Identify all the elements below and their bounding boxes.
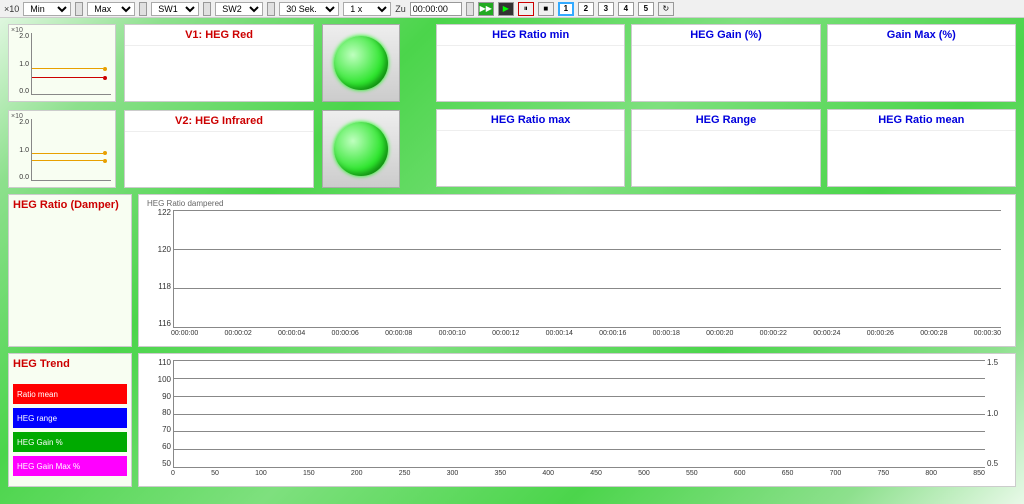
metric-ratio-max: HEG Ratio max xyxy=(436,109,625,187)
sparkline-v2: ×10 2.0 1.0 0.0 xyxy=(8,110,116,188)
led-v2 xyxy=(322,110,400,188)
led-dot-icon xyxy=(334,122,388,176)
stop-button[interactable]: ■ xyxy=(538,2,554,16)
content: ×10 2.0 1.0 0.0 ×10 2.0 1.0 0 xyxy=(0,18,1024,499)
channel-v1-label: V1: HEG Red xyxy=(125,25,313,46)
sparkline-v1: ×10 2.0 1.0 0.0 xyxy=(8,24,116,102)
channel-v2-label: V2: HEG Infrared xyxy=(125,111,313,132)
damper-chart-panel: HEG Ratio dampered 122120118116 00:00:00… xyxy=(138,194,1016,347)
metric-ratio-min: HEG Ratio min xyxy=(436,24,625,102)
metric-gain-max: Gain Max (%) xyxy=(827,24,1016,102)
metric-ratio-mean: HEG Ratio mean xyxy=(827,109,1016,187)
top-row: ×10 2.0 1.0 0.0 ×10 2.0 1.0 0 xyxy=(8,24,1016,188)
play-button[interactable]: ▶▶ xyxy=(478,2,494,16)
tab-4[interactable]: 4 xyxy=(618,2,634,16)
channel-v2-box: V2: HEG Infrared xyxy=(124,110,314,188)
led-dot-icon xyxy=(334,36,388,90)
tab-5[interactable]: 5 xyxy=(638,2,654,16)
metric-gain: HEG Gain (%) xyxy=(631,24,820,102)
duration-select[interactable]: 30 Sek. xyxy=(279,2,339,16)
channel-v1-box: V1: HEG Red xyxy=(124,24,314,102)
damper-chart: 122120118116 00:00:0000:00:0200:00:0400:… xyxy=(147,208,1007,342)
record-button[interactable]: ▶ xyxy=(498,2,514,16)
sw1-select[interactable]: SW1 xyxy=(151,2,199,16)
time-spinner[interactable] xyxy=(466,2,474,16)
metric-range: HEG Range xyxy=(631,109,820,187)
damper-side: HEG Ratio (Damper) xyxy=(8,194,132,347)
pause-button[interactable]: ⏸ xyxy=(518,2,534,16)
led-v1 xyxy=(322,24,400,102)
tab-2[interactable]: 2 xyxy=(578,2,594,16)
trend-legend: Ratio mean HEG range HEG Gain % HEG Gain… xyxy=(9,380,131,480)
exp-label: ×10 xyxy=(4,4,19,14)
sw2-select[interactable]: SW2 xyxy=(215,2,263,16)
max-spinner[interactable] xyxy=(139,2,147,16)
time-input[interactable] xyxy=(410,2,462,16)
tab-3[interactable]: 3 xyxy=(598,2,614,16)
legend-heg-gain-max: HEG Gain Max % xyxy=(13,456,127,476)
loop-button[interactable]: ↻ xyxy=(658,2,674,16)
trend-side: HEG Trend Ratio mean HEG range HEG Gain … xyxy=(8,353,132,487)
damper-section: HEG Ratio (Damper) HEG Ratio dampered 12… xyxy=(8,194,1016,347)
min-select[interactable]: Min xyxy=(23,2,71,16)
legend-heg-gain: HEG Gain % xyxy=(13,432,127,452)
min-spinner[interactable] xyxy=(75,2,83,16)
sw1-spinner[interactable] xyxy=(203,2,211,16)
legend-ratio-mean: Ratio mean xyxy=(13,384,127,404)
zu-label: Zu xyxy=(395,4,406,14)
toolbar: ×10 Min Max SW1 SW2 30 Sek. 1 x Zu ▶▶ ▶ … xyxy=(0,0,1024,18)
max-select[interactable]: Max xyxy=(87,2,135,16)
tab-1[interactable]: 1 xyxy=(558,2,574,16)
legend-heg-range: HEG range xyxy=(13,408,127,428)
trend-section: HEG Trend Ratio mean HEG range HEG Gain … xyxy=(8,353,1016,487)
sw2-spinner[interactable] xyxy=(267,2,275,16)
trend-chart: 1101009080706050 1.51.00.5 0501001502002… xyxy=(147,358,1007,482)
speed-select[interactable]: 1 x xyxy=(343,2,391,16)
trend-chart-panel: 1101009080706050 1.51.00.5 0501001502002… xyxy=(138,353,1016,487)
metrics-grid: HEG Ratio min HEG Gain (%) Gain Max (%) … xyxy=(436,24,1016,188)
